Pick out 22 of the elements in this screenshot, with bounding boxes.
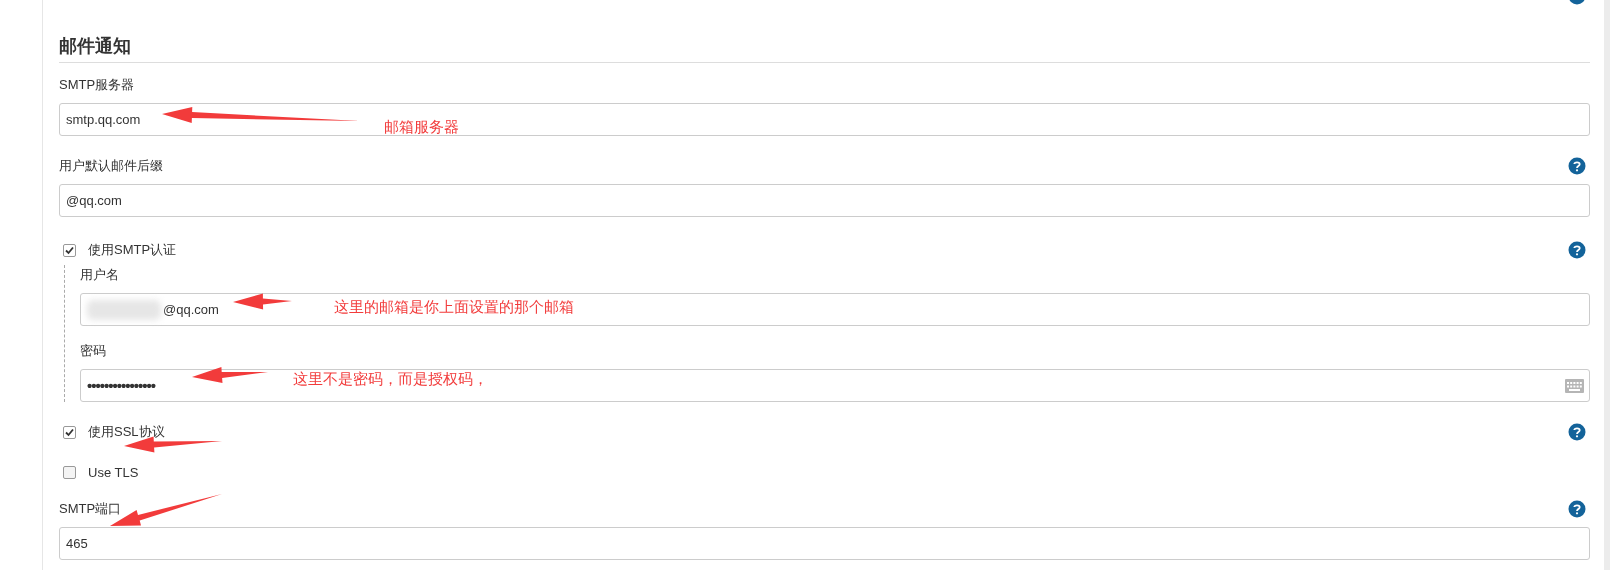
checkbox-label: 使用SMTP认证 — [88, 241, 177, 259]
checkbox[interactable] — [63, 465, 76, 479]
checkbox[interactable] — [63, 243, 76, 257]
help-icon[interactable] — [1568, 241, 1586, 259]
field-label: SMTP服务器 — [59, 76, 135, 94]
annotation-text: 邮箱服务器 — [384, 118, 459, 137]
field-label: 用户名 — [80, 266, 119, 284]
field-label: SMTP端口 — [59, 500, 122, 518]
checkbox-label: 使用SSL协议 — [88, 423, 165, 441]
annotation-text: 这里不是密码，而是授权码， — [293, 370, 488, 389]
checkbox[interactable] — [63, 425, 76, 439]
help-icon[interactable] — [1568, 423, 1586, 441]
input-field[interactable]: @qq.com — [59, 184, 1590, 217]
help-icon[interactable] — [1568, 0, 1586, 5]
annotation-text: 这里的邮箱是你上面设置的那个邮箱 — [334, 298, 574, 317]
help-icon[interactable] — [1568, 157, 1586, 175]
field-label: 密码 — [80, 342, 106, 360]
input-field[interactable]: 465 — [59, 527, 1590, 560]
field-label: 用户默认邮件后缀 — [59, 157, 163, 175]
checkbox-label: Use TLS — [88, 464, 139, 480]
help-icon[interactable] — [1568, 500, 1586, 518]
section-title: 邮件通知 — [59, 0, 1590, 63]
